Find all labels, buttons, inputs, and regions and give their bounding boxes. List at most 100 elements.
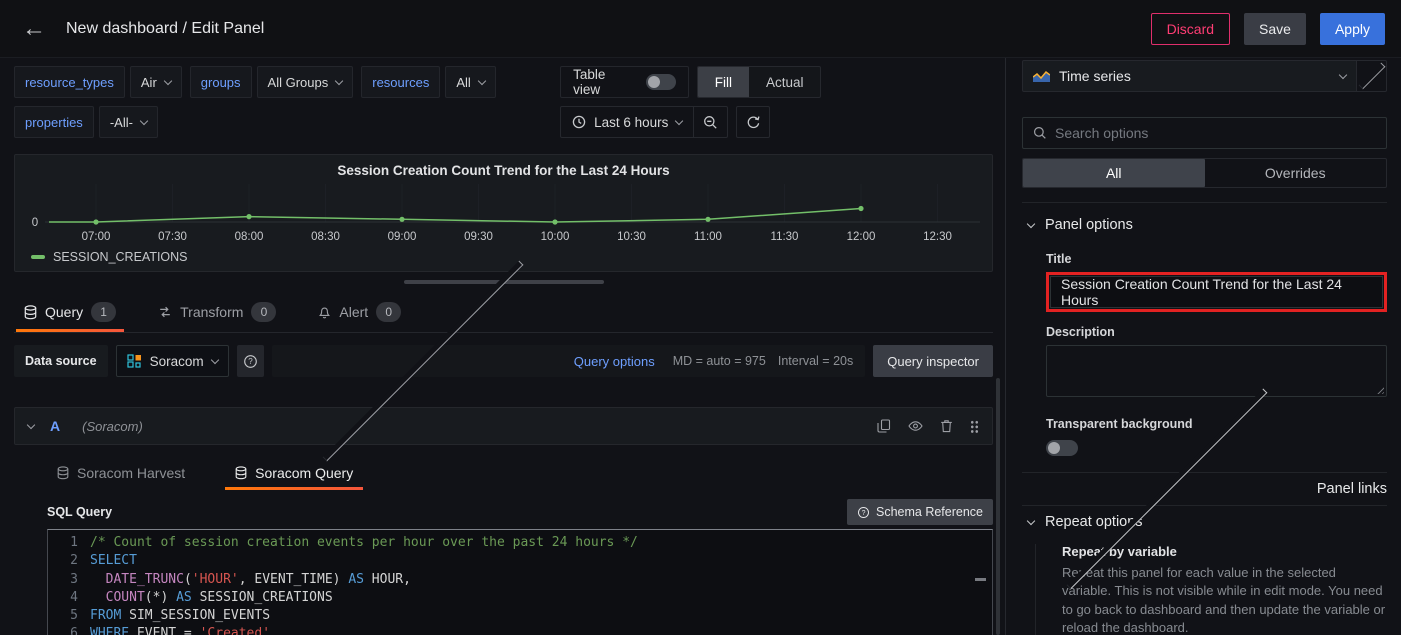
clock-icon xyxy=(572,115,586,129)
query-inspector-button[interactable]: Query inspector xyxy=(873,345,993,377)
query-actions xyxy=(877,419,979,433)
transparent-background-toggle[interactable] xyxy=(1046,440,1078,456)
svg-text:?: ? xyxy=(862,509,866,516)
sql-code-editor[interactable]: 123456 /* Count of session creation even… xyxy=(47,529,993,635)
view-controls: Table view Fill Actual Last 6 hours xyxy=(560,66,821,138)
database-icon xyxy=(24,305,37,320)
variable-value-dropdown[interactable]: Air xyxy=(130,66,182,98)
max-data-points: MD = auto = 975 xyxy=(673,354,766,368)
soracom-logo xyxy=(127,354,142,369)
datasource-help-button[interactable]: ? xyxy=(237,345,264,377)
chevron-down-icon xyxy=(478,76,486,84)
zoom-out-button[interactable] xyxy=(693,107,727,137)
options-pane: Time series Search options All Overrides xyxy=(1005,58,1401,635)
description-textarea[interactable] xyxy=(1046,345,1387,397)
variable-label: resources xyxy=(361,66,440,98)
visualization-select[interactable]: Time series xyxy=(1022,60,1357,92)
apply-button[interactable]: Apply xyxy=(1320,13,1385,45)
collapse-chevron-icon[interactable] xyxy=(27,420,35,428)
search-placeholder: Search options xyxy=(1055,125,1148,141)
filter-overrides[interactable]: Overrides xyxy=(1205,159,1387,187)
annotation-highlight: Session Creation Count Trend for the Las… xyxy=(1046,272,1387,312)
repeat-help-text: Repeat this panel for each value in the … xyxy=(1062,564,1387,635)
time-range-button[interactable]: Last 6 hours xyxy=(561,107,693,137)
query-count-badge: 1 xyxy=(91,302,116,322)
panel-links-section[interactable]: Panel links xyxy=(1022,473,1387,505)
zoom-out-icon xyxy=(703,115,718,130)
refresh-button[interactable] xyxy=(736,106,770,138)
tab-query[interactable]: Query 1 xyxy=(16,292,124,332)
toggle-viz-picker-button[interactable] xyxy=(1357,60,1387,92)
variable-properties: properties -All- xyxy=(14,106,158,138)
query-options-link[interactable]: Query options xyxy=(574,354,655,369)
chart-legend[interactable]: SESSION_CREATIONS xyxy=(31,250,188,264)
panel-options-section[interactable]: Panel options xyxy=(1022,209,1387,241)
variable-value-dropdown[interactable]: -All- xyxy=(99,106,158,138)
variable-value-dropdown[interactable]: All Groups xyxy=(257,66,354,98)
datasource-label: Data source xyxy=(14,345,108,377)
chart-plot[interactable]: 07:0007:3008:0008:3009:0009:3010:0010:30… xyxy=(15,178,992,248)
tab-alert[interactable]: Alert 0 xyxy=(310,292,409,332)
discard-button[interactable]: Discard xyxy=(1151,13,1230,45)
svg-text:12:00: 12:00 xyxy=(847,231,876,243)
back-arrow-icon[interactable]: ← xyxy=(16,17,52,41)
info-circle-icon: ? xyxy=(857,506,870,519)
sql-header: SQL Query ? Schema Reference xyxy=(47,499,993,525)
transform-icon xyxy=(158,305,172,319)
title-input[interactable]: Session Creation Count Trend for the Las… xyxy=(1050,276,1383,308)
svg-text:08:30: 08:30 xyxy=(311,231,340,243)
chevron-right-icon xyxy=(1358,63,1385,90)
panel-options-body: Title Session Creation Count Trend for t… xyxy=(1046,252,1387,456)
table-view-toggle[interactable] xyxy=(646,74,676,90)
fill-option[interactable]: Fill xyxy=(698,67,749,97)
actual-option[interactable]: Actual xyxy=(749,67,821,97)
save-button[interactable]: Save xyxy=(1244,13,1306,45)
divider xyxy=(1022,202,1387,203)
chevron-down-icon xyxy=(1027,516,1035,524)
chevron-down-icon xyxy=(140,116,148,124)
vertical-scrollbar[interactable] xyxy=(996,378,1000,635)
series-color-mark xyxy=(31,255,45,259)
eye-icon[interactable] xyxy=(908,420,923,432)
tab-soracom-harvest[interactable]: Soracom Harvest xyxy=(47,457,195,489)
query-row-header[interactable]: A (Soracom) xyxy=(14,407,993,445)
refresh-icon xyxy=(746,115,761,130)
variable-label: resource_types xyxy=(14,66,125,98)
query-editor-body: Soracom Harvest Soracom Query SQL Query … xyxy=(14,457,993,635)
edit-area: resource_types Air groups All Groups res… xyxy=(0,58,1005,635)
variable-value-dropdown[interactable]: All xyxy=(445,66,495,98)
resize-corner-icon[interactable] xyxy=(1375,385,1384,394)
svg-text:07:00: 07:00 xyxy=(82,231,111,243)
schema-reference-button[interactable]: ? Schema Reference xyxy=(847,499,993,525)
code-lines[interactable]: /* Count of session creation events per … xyxy=(90,534,992,635)
sql-query-label: SQL Query xyxy=(47,505,112,519)
bell-icon xyxy=(318,305,331,319)
duplicate-icon[interactable] xyxy=(877,419,891,433)
scrollbar-mark xyxy=(975,578,986,581)
trash-icon[interactable] xyxy=(940,419,953,433)
datasource-select[interactable]: Soracom xyxy=(116,345,229,377)
repeat-options-section[interactable]: Repeat options xyxy=(1022,506,1387,538)
variable-resource-types: resource_types Air xyxy=(14,66,182,98)
filter-all[interactable]: All xyxy=(1023,159,1205,187)
template-variables: resource_types Air groups All Groups res… xyxy=(14,66,560,138)
svg-text:11:30: 11:30 xyxy=(771,231,799,243)
svg-text:10:30: 10:30 xyxy=(617,231,646,243)
datasource-bar: Data source Soracom ? Query options MD =… xyxy=(14,345,993,377)
query-datasource-name: (Soracom) xyxy=(82,419,143,434)
chevron-down-icon xyxy=(1027,219,1035,227)
breadcrumb: New dashboard / Edit Panel xyxy=(66,20,264,38)
tab-transform[interactable]: Transform 0 xyxy=(150,292,284,332)
header-bar: ← New dashboard / Edit Panel Discard Sav… xyxy=(0,0,1401,58)
search-options-input[interactable]: Search options xyxy=(1022,117,1387,149)
interval: Interval = 20s xyxy=(778,354,853,368)
svg-text:0: 0 xyxy=(32,217,38,229)
visualization-name: Time series xyxy=(1059,68,1131,84)
options-filter-tabs: All Overrides xyxy=(1022,158,1387,188)
drag-handle-icon[interactable] xyxy=(970,420,979,433)
tab-soracom-query[interactable]: Soracom Query xyxy=(225,457,363,489)
fill-actual-switch: Fill Actual xyxy=(697,66,821,98)
series-name: SESSION_CREATIONS xyxy=(53,250,188,264)
description-field-label: Description xyxy=(1046,325,1387,339)
submenu: resource_types Air groups All Groups res… xyxy=(14,66,993,138)
